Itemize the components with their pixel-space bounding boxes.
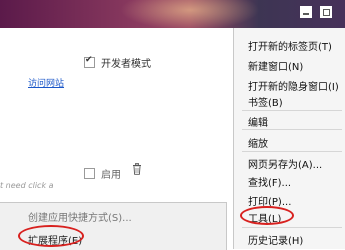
trash-icon[interactable] xyxy=(132,163,142,175)
menu-separator xyxy=(242,227,342,228)
enable-label: 启用 xyxy=(101,170,121,181)
extensions-highlight-ellipse xyxy=(18,225,84,247)
menu-separator xyxy=(242,151,342,152)
window-titlebar xyxy=(0,0,345,30)
submenu-item-create-shortcut[interactable]: 创建应用快捷方式(S)... xyxy=(28,209,132,224)
minimize-icon[interactable] xyxy=(300,6,312,18)
menu-item-zoom[interactable]: 缩放 xyxy=(248,135,268,150)
menu-item-edit[interactable]: 编辑 xyxy=(248,114,268,129)
maximize-icon[interactable] xyxy=(320,6,332,18)
menu-separator xyxy=(242,110,342,111)
menu-item-new-window[interactable]: 新建窗口(N) xyxy=(248,58,303,73)
developer-mode-checkbox[interactable] xyxy=(84,55,95,68)
developer-mode-label: 开发者模式 xyxy=(101,59,151,70)
enable-row[interactable]: 启用 xyxy=(84,166,121,181)
titlebar-glow xyxy=(120,0,260,30)
faded-description-text: t need click a xyxy=(0,181,54,190)
enable-checkbox[interactable] xyxy=(84,168,95,179)
visit-website-link[interactable]: 访问网站 xyxy=(28,76,64,89)
menu-item-history[interactable]: 历史记录(H) xyxy=(248,232,303,247)
menu-item-bookmarks[interactable]: 书签(B) xyxy=(248,94,283,109)
menu-separator xyxy=(242,129,342,130)
menu-item-new-tab[interactable]: 打开新的标签页(T) xyxy=(248,38,332,53)
tools-highlight-ellipse xyxy=(240,206,294,225)
menu-item-find[interactable]: 查找(F)... xyxy=(248,174,291,189)
developer-mode-row[interactable]: 开发者模式 xyxy=(84,55,151,70)
menu-item-save-page[interactable]: 网页另存为(A)... xyxy=(248,156,322,171)
menu-item-incognito[interactable]: 打开新的隐身窗口(I) xyxy=(248,78,339,93)
